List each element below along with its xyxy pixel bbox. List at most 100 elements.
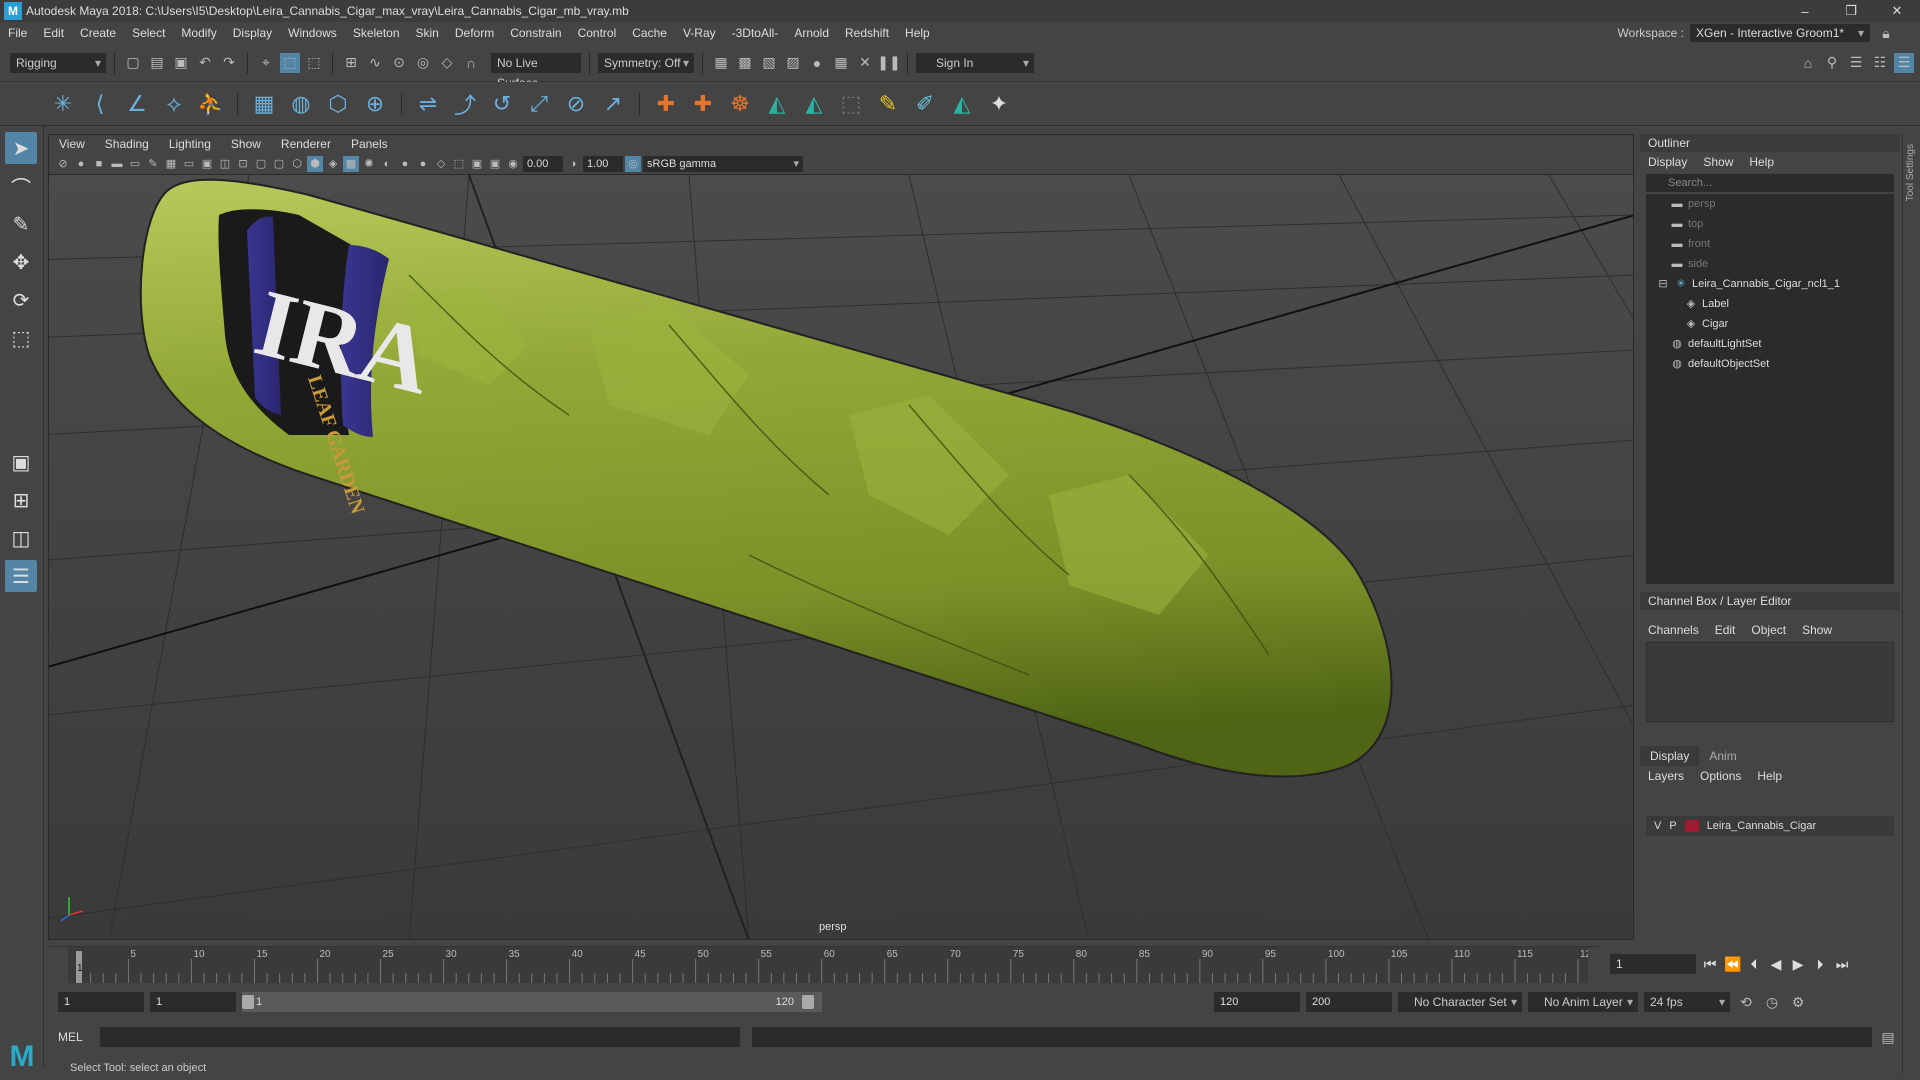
select-hierarchy-icon[interactable]: ⌖ [256, 53, 276, 73]
joint-tool-icon[interactable]: ✳ [48, 89, 78, 119]
menu-control[interactable]: Control [570, 26, 625, 40]
image-plane-icon[interactable]: ▬ [109, 156, 125, 172]
humanik-icon[interactable]: ⛹ [196, 89, 226, 119]
channel-box-icon[interactable]: ☰ [1894, 52, 1914, 73]
aim-constraint-icon[interactable]: ⊘ [561, 89, 591, 119]
playback-end-field[interactable]: 120 [1214, 992, 1300, 1012]
current-frame-field[interactable]: 1 [1610, 954, 1696, 974]
menu-help[interactable]: Help [897, 26, 938, 40]
gamma-field[interactable]: 1.00 [583, 155, 623, 172]
lights-icon[interactable]: ✺ [361, 156, 377, 172]
menu-redshift[interactable]: Redshift [837, 26, 897, 40]
set-key-icon[interactable]: ✚ [688, 89, 718, 119]
restore-button[interactable]: ❐ [1828, 3, 1874, 19]
snap-point-icon[interactable]: ⊙ [389, 53, 409, 73]
parent-constraint-icon[interactable]: ⇌ [413, 89, 443, 119]
redo-icon[interactable]: ↷ [219, 53, 239, 73]
step-forward-frame-icon[interactable]: ⏵ [1812, 956, 1828, 973]
sign-in-dropdown[interactable]: Sign In [916, 52, 1034, 73]
outliner-menu-show[interactable]: Show [1695, 155, 1741, 169]
vp-menu-shading[interactable]: Shading [95, 137, 159, 151]
attribute-editor-icon[interactable]: ☰ [1846, 53, 1866, 73]
xray-joints-icon[interactable]: ▣ [487, 156, 503, 172]
vp-menu-view[interactable]: View [49, 137, 95, 151]
layer-visibility-toggle[interactable]: V [1654, 820, 1661, 832]
menu-skeleton[interactable]: Skeleton [345, 26, 408, 40]
orient-constraint-icon[interactable]: ↺ [487, 89, 517, 119]
camera-attr-icon[interactable]: ● [73, 156, 89, 172]
menu-constrain[interactable]: Constrain [502, 26, 569, 40]
pause-icon[interactable]: ❚❚ [877, 53, 900, 73]
safe-action-icon[interactable]: ▢ [253, 156, 269, 172]
script-editor-icon[interactable]: ▤ [1878, 1027, 1898, 1047]
save-scene-icon[interactable]: ▣ [171, 53, 191, 73]
playback-start-field[interactable]: 1 [150, 992, 236, 1012]
scene-canvas[interactable]: IRA LEAF GARDEN [49, 175, 1634, 940]
layer-menu-layers[interactable]: Layers [1640, 769, 1692, 783]
isolate-select-icon[interactable]: ⬚ [451, 156, 467, 172]
menu-cache[interactable]: Cache [624, 26, 675, 40]
character-set-dropdown[interactable]: No Character Set [1398, 992, 1522, 1012]
antialias-icon[interactable]: ◇ [433, 156, 449, 172]
grease-pencil-icon[interactable]: ✎ [145, 156, 161, 172]
workspace-dropdown[interactable]: XGen - Interactive Groom1* [1690, 24, 1870, 42]
shape-editor-icon[interactable]: ◭ [947, 89, 977, 119]
locator-icon[interactable]: ✚ [651, 89, 681, 119]
grid-icon[interactable]: ▦ [163, 156, 179, 172]
vray-ipr-icon[interactable]: ✕ [855, 53, 875, 73]
shadows-icon[interactable]: ◐ [379, 156, 395, 172]
gate-mask-icon[interactable]: ◫ [217, 156, 233, 172]
render-settings-icon[interactable]: ▨ [783, 53, 803, 73]
paint-weights-icon[interactable]: ✎ [873, 89, 903, 119]
deformer-icon[interactable]: ◭ [799, 89, 829, 119]
camera-select-icon[interactable]: ⊘ [55, 156, 71, 172]
outliner-item[interactable]: ◈ Label [1646, 294, 1894, 314]
field-chart-icon[interactable]: ⊡ [235, 156, 251, 172]
snap-grid-icon[interactable]: ⊞ [341, 53, 361, 73]
ik-spline-icon[interactable]: ∠ [122, 89, 152, 119]
scale-constraint-icon[interactable]: ⤢ [524, 89, 554, 119]
cb-menu-channels[interactable]: Channels [1640, 623, 1707, 637]
outliner-item[interactable]: ◈ Cigar [1646, 314, 1894, 334]
layer-row[interactable]: V P Leira_Cannabis_Cigar [1646, 816, 1894, 836]
undo-icon[interactable]: ↶ [195, 53, 215, 73]
vray-frame-icon[interactable]: ▦ [831, 53, 851, 73]
modeling-toolkit-icon[interactable]: ⌂ [1798, 53, 1818, 73]
point-constraint-icon[interactable]: ⤴ [450, 89, 480, 119]
menu-deform[interactable]: Deform [447, 26, 502, 40]
scale-tool-icon[interactable]: ⬚ [5, 322, 37, 354]
auto-key-icon[interactable]: ◷ [1762, 992, 1782, 1012]
menu-create[interactable]: Create [72, 26, 124, 40]
render-frame-icon[interactable]: ▩ [735, 53, 755, 73]
play-backward-icon[interactable]: ◀ [1768, 956, 1784, 973]
bind-skin-icon[interactable]: ⟡ [159, 89, 189, 119]
bookmark-icon[interactable]: ■ [91, 156, 107, 172]
pole-vector-icon[interactable]: ↗ [598, 89, 628, 119]
four-view-icon[interactable]: ⊞ [5, 484, 37, 516]
safe-title-icon[interactable]: ▢ [271, 156, 287, 172]
vp-menu-lighting[interactable]: Lighting [159, 137, 221, 151]
open-scene-icon[interactable]: ▤ [147, 53, 167, 73]
step-back-key-icon[interactable]: ⏪ [1724, 956, 1741, 973]
tab-anim[interactable]: Anim [1699, 746, 1746, 766]
wire-icon[interactable]: ⊕ [360, 89, 390, 119]
color-management-icon[interactable]: ◎ [625, 155, 641, 172]
hypershade-icon[interactable]: ● [807, 53, 827, 73]
film-gate-icon[interactable]: ▭ [181, 156, 197, 172]
select-object-icon[interactable]: ⬚ [280, 52, 300, 73]
layer-playback-toggle[interactable]: P [1669, 820, 1676, 832]
outliner-item[interactable]: ▬ front [1646, 234, 1894, 254]
textured-icon[interactable]: ▩ [343, 155, 359, 172]
layer-menu-help[interactable]: Help [1749, 769, 1790, 783]
minimize-button[interactable]: – [1782, 4, 1828, 19]
outliner-item[interactable]: ◍ defaultObjectSet [1646, 354, 1894, 374]
outliner-menu-help[interactable]: Help [1741, 155, 1782, 169]
live-surface-field[interactable]: No Live Surface [491, 52, 581, 90]
outliner-item[interactable]: ▬ top [1646, 214, 1894, 234]
snap-view-icon[interactable]: ◎ [413, 53, 433, 73]
smooth-shade-icon[interactable]: ⬢ [307, 155, 323, 172]
menu-skin[interactable]: Skin [408, 26, 447, 40]
tool-settings-strip[interactable]: Tool Settings [1902, 134, 1920, 1074]
character-controls-icon[interactable]: ⚲ [1822, 53, 1842, 73]
blend-shape-icon[interactable]: ◭ [762, 89, 792, 119]
